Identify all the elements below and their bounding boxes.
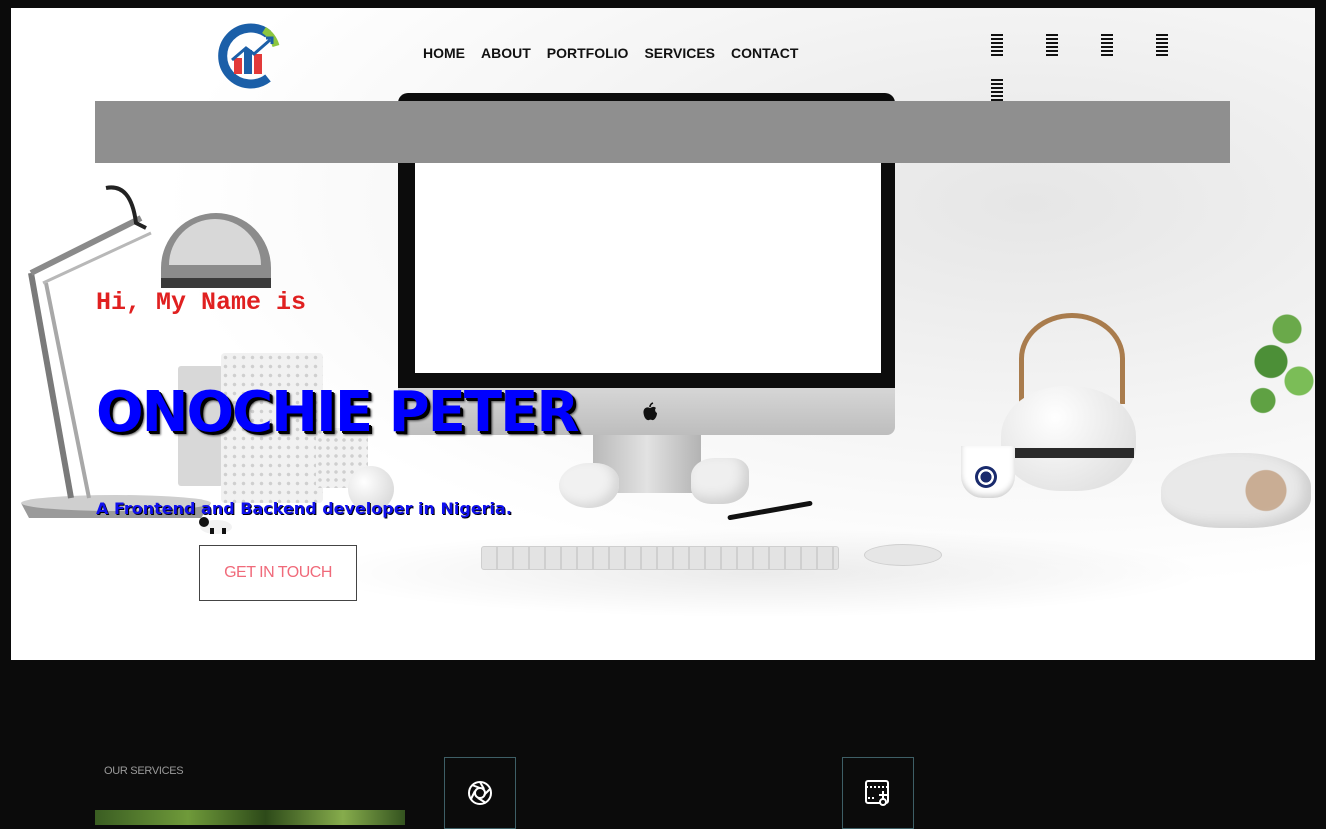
nav-services[interactable]: SERVICES [644, 45, 715, 61]
service-photo [95, 810, 405, 825]
mouse [864, 544, 942, 566]
teapot-band [1003, 448, 1134, 458]
imac-screen [415, 163, 881, 373]
apple-logo-icon [643, 402, 657, 421]
hamburger-icon[interactable] [1156, 34, 1168, 56]
hamburger-icon[interactable] [991, 34, 1003, 56]
camera-aperture-icon [468, 781, 492, 805]
nav-home[interactable]: HOME [423, 45, 465, 61]
menu-icon-group [991, 34, 1191, 104]
hero-tagline: A Frontend and Backend developer in Nige… [96, 499, 512, 518]
crumpled-paper [691, 458, 749, 504]
bird-figurine [559, 463, 619, 508]
nav-portfolio[interactable]: PORTFOLIO [547, 45, 629, 61]
hero-name: ONOCHIE PETER [96, 380, 579, 445]
header-bar [95, 101, 1230, 163]
service-card-icon[interactable] [842, 757, 914, 829]
hero-section: HOME ABOUT PORTFOLIO SERVICES CONTACT Hi… [11, 8, 1315, 660]
services-label: OUR SERVICES [104, 765, 184, 777]
headphones [1161, 453, 1311, 528]
get-in-touch-button[interactable]: GET IN TOUCH [199, 545, 357, 601]
plant [1239, 303, 1315, 433]
teapot [1001, 386, 1136, 491]
hero-greeting: Hi, My Name is [96, 288, 307, 317]
keyboard [481, 546, 839, 570]
desk-shadow [311, 528, 1211, 618]
service-card-icon[interactable] [444, 757, 516, 829]
nav-contact[interactable]: CONTACT [731, 45, 798, 61]
main-nav: HOME ABOUT PORTFOLIO SERVICES CONTACT [423, 45, 798, 61]
hamburger-icon[interactable] [991, 79, 1003, 101]
site-logo[interactable] [216, 20, 280, 92]
tea-cup [961, 446, 1015, 498]
hamburger-icon[interactable] [1046, 34, 1058, 56]
hamburger-icon[interactable] [1101, 34, 1113, 56]
nav-about[interactable]: ABOUT [481, 45, 531, 61]
crop-edit-icon [865, 780, 889, 806]
